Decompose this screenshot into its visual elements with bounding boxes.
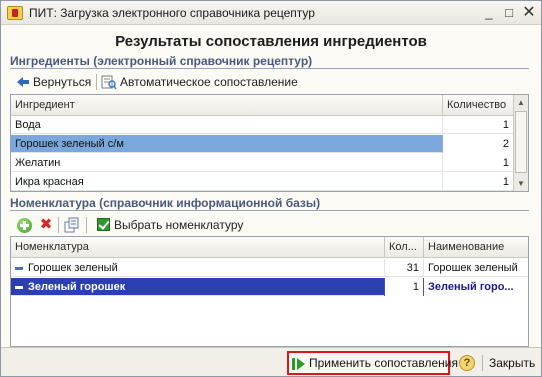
- column-header-nomenclature[interactable]: Номенклатура: [11, 237, 385, 258]
- ingredient-name-cell: Горошек зеленый с/м: [11, 135, 443, 153]
- auto-match-icon[interactable]: [101, 74, 117, 90]
- nomenclature-name-text: Зеленый горошек: [28, 281, 126, 293]
- app-logo-icon: [7, 6, 23, 20]
- nomenclature-table[interactable]: Номенклатура Кол... Наименование Горошек…: [10, 236, 529, 347]
- nomenclature-title-cell: Зеленый горо...: [424, 278, 528, 296]
- ingredient-name-cell: Желатин: [11, 154, 443, 172]
- back-button[interactable]: Вернуться: [33, 74, 91, 90]
- apply-matches-button[interactable]: Применить сопоставления: [287, 351, 458, 375]
- table-row[interactable]: Икра красная 1: [11, 173, 514, 191]
- copy-rows-icon[interactable]: [64, 217, 80, 233]
- help-icon[interactable]: ?: [459, 355, 475, 371]
- apply-matches-label: Применить сопоставления: [309, 356, 458, 370]
- play-icon: [292, 357, 306, 371]
- command-divider: [482, 355, 483, 371]
- back-arrow-icon[interactable]: [15, 74, 31, 90]
- title-bar[interactable]: ПИТ: Загрузка электронного справочника р…: [1, 1, 541, 25]
- table-row[interactable]: Горошек зеленый 31 Горошек зеленый: [11, 259, 528, 277]
- table-row[interactable]: Желатин 1: [11, 154, 514, 172]
- command-bar: Применить сопоставления ? Закрыть: [1, 347, 541, 376]
- ingredient-name-cell: Икра красная: [11, 173, 443, 191]
- scroll-down-arrow-icon[interactable]: ▼: [514, 176, 528, 191]
- select-nomenclature-button[interactable]: Выбрать номенклатуру: [114, 217, 243, 233]
- nomenclature-name-cell: Зеленый горошек: [11, 278, 385, 296]
- row-marker-icon: [15, 266, 23, 270]
- table-row-selected[interactable]: Горошек зеленый с/м 2: [11, 135, 514, 153]
- ingredient-qty-cell: 1: [443, 173, 514, 191]
- row-marker-icon: [15, 285, 23, 289]
- scrollbar-thumb[interactable]: [515, 111, 527, 173]
- apply-matches-content: Применить сопоставления: [292, 354, 458, 372]
- nomenclature-count-cell: 31: [385, 259, 424, 277]
- ingredient-qty-cell: 1: [443, 154, 514, 172]
- nomenclature-name-cell: Горошек зеленый: [11, 259, 385, 277]
- toolbar-divider: [86, 217, 87, 233]
- column-header-quantity[interactable]: Количество: [443, 95, 514, 116]
- column-header-ingredient[interactable]: Ингредиент: [11, 95, 443, 116]
- table-row-current[interactable]: Зеленый горошек 1 Зеленый горо...: [11, 278, 528, 296]
- ingredients-scrollbar[interactable]: ▲ ▼: [513, 95, 528, 191]
- auto-match-button[interactable]: Автоматическое сопоставление: [120, 74, 298, 90]
- minimize-button[interactable]: _: [480, 4, 498, 22]
- close-window-button[interactable]: ✕: [520, 4, 538, 22]
- delete-icon[interactable]: ✖: [39, 217, 53, 232]
- toolbar-divider: [96, 74, 97, 90]
- ingredient-qty-cell: 2: [443, 135, 514, 153]
- close-button[interactable]: Закрыть: [489, 355, 535, 371]
- checkmark-icon[interactable]: [97, 218, 110, 231]
- app-window: ПИТ: Загрузка электронного справочника р…: [0, 0, 542, 377]
- toolbar-divider: [58, 217, 59, 233]
- table-row[interactable]: Вода 1: [11, 116, 514, 134]
- ingredients-section-header: Ингредиенты (электронный справочник реце…: [10, 54, 529, 69]
- nomenclature-count-cell: 1: [385, 278, 424, 296]
- ingredient-qty-cell: 1: [443, 116, 514, 134]
- ingredients-table[interactable]: Ингредиент Количество Вода 1 Горошек зел…: [10, 94, 529, 192]
- form-title: Результаты сопоставления ингредиентов: [115, 33, 427, 50]
- ingredients-table-header: Ингредиент Количество: [11, 95, 514, 116]
- maximize-button[interactable]: □: [500, 4, 518, 22]
- add-icon[interactable]: [17, 218, 32, 233]
- nomenclature-section-header: Номенклатура (справочник информационной …: [10, 196, 529, 211]
- ingredient-name-cell: Вода: [11, 116, 443, 134]
- nomenclature-name-text: Горошек зеленый: [28, 262, 118, 274]
- column-header-count[interactable]: Кол...: [385, 237, 424, 258]
- window-title: ПИТ: Загрузка электронного справочника р…: [29, 6, 315, 20]
- column-header-title[interactable]: Наименование: [424, 237, 528, 258]
- nomenclature-title-cell: Горошек зеленый: [428, 262, 518, 274]
- scroll-up-arrow-icon[interactable]: ▲: [514, 95, 528, 110]
- nomenclature-table-header: Номенклатура Кол... Наименование: [11, 237, 528, 258]
